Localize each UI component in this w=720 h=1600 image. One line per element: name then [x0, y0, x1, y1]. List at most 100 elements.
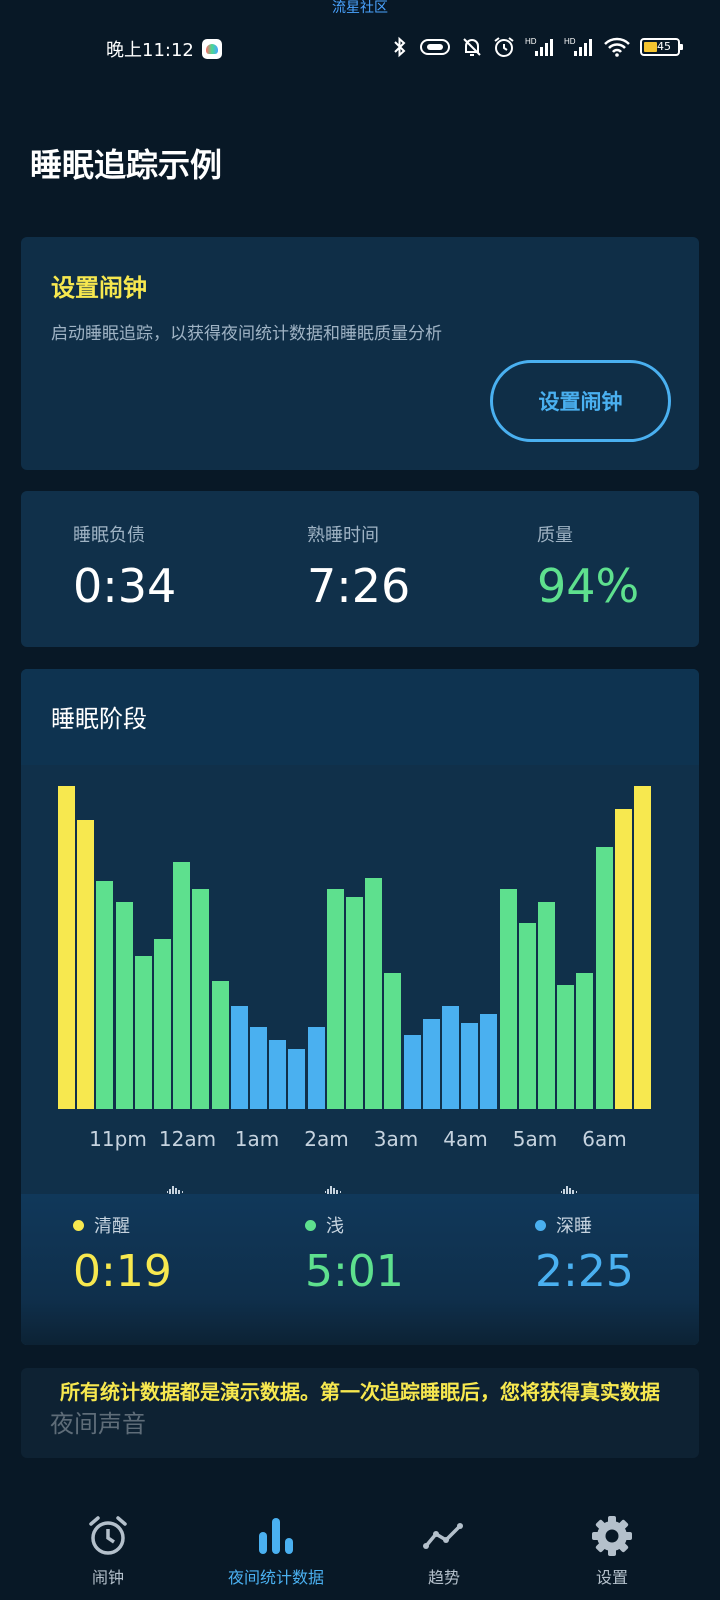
- signal-icon: HD: [564, 37, 592, 56]
- chart-bar: [192, 889, 210, 1109]
- watermark-text: 流星社区: [332, 0, 388, 16]
- nav-label: 趋势: [427, 1568, 460, 1587]
- alarm-card: 设置闹钟 启动睡眠追踪，以获得夜间统计数据和睡眠质量分析 设置闹钟: [21, 237, 699, 470]
- chart-bars: [21, 765, 699, 1230]
- mute-icon: [463, 38, 481, 56]
- alarm-clock-icon: [84, 1512, 132, 1560]
- bar-chart-icon: [252, 1512, 300, 1560]
- legend-awake: 清醒 0:19: [73, 1212, 172, 1297]
- stat-value: 0:34: [73, 559, 177, 613]
- alarm-card-description: 启动睡眠追踪，以获得夜间统计数据和睡眠质量分析: [51, 324, 442, 344]
- chart-bar: [346, 897, 363, 1109]
- chart-bar: [518, 923, 536, 1109]
- legend-label: 清醒: [94, 1216, 130, 1237]
- page-title: 睡眠追踪示例: [30, 146, 223, 184]
- nav-label: 设置: [595, 1568, 628, 1587]
- battery-level: 45: [657, 40, 671, 53]
- nav-label: 夜间统计数据: [227, 1568, 324, 1587]
- chart-bar: [134, 955, 152, 1109]
- chart-bar: [384, 973, 402, 1109]
- awake-dot: [73, 1219, 84, 1231]
- sleep-stats-card: 睡眠负债 0:34 熟睡时间 7:26 质量 94%: [21, 491, 699, 647]
- chart-bar: [538, 902, 555, 1109]
- vibrate-icon: [420, 39, 450, 55]
- chart-bar: [442, 1005, 459, 1109]
- chart-bar: [595, 847, 613, 1109]
- chart-bar: [634, 786, 651, 1109]
- nav-trend[interactable]: 趋势: [354, 1500, 534, 1600]
- x-tick-label: 4am: [443, 1127, 488, 1151]
- status-bar: 晚上11:12 HD HD 45: [0, 32, 720, 66]
- stat-deep-sleep-time: 熟睡时间 7:26: [307, 521, 410, 613]
- alarm-icon: [494, 37, 514, 57]
- trend-icon: [420, 1512, 468, 1560]
- chart-bar: [269, 1039, 287, 1109]
- chart-bar: [422, 1018, 440, 1109]
- chart-bar: [250, 1026, 267, 1109]
- nav-label: 闹钟: [91, 1568, 124, 1587]
- stat-quality: 质量 94%: [537, 521, 639, 613]
- svg-text:HD: HD: [525, 37, 537, 46]
- chart-bar: [77, 819, 95, 1109]
- chart-bar: [576, 973, 594, 1109]
- battery-icon: 45: [640, 38, 683, 56]
- night-sound-title: 夜间声音: [50, 1410, 146, 1438]
- x-tick-label: 11pm: [89, 1127, 147, 1151]
- bluetooth-icon: [394, 36, 406, 58]
- chart-bar: [115, 902, 133, 1109]
- sleep-phase-legend: 清醒 0:19 浅 5:01 深睡 2:25: [21, 1194, 699, 1345]
- x-tick-label: 2am: [304, 1127, 349, 1151]
- set-alarm-button[interactable]: 设置闹钟: [490, 360, 671, 442]
- alarm-card-title: 设置闹钟: [51, 274, 147, 302]
- legend-value: 0:19: [73, 1246, 172, 1297]
- stat-value: 7:26: [307, 559, 411, 613]
- gear-icon: [588, 1512, 636, 1560]
- nav-alarm[interactable]: 闹钟: [18, 1500, 198, 1600]
- stat-label: 睡眠负债: [73, 525, 145, 546]
- stat-value: 94%: [537, 559, 640, 613]
- chart-bar: [173, 861, 191, 1109]
- legend-value: 2:25: [535, 1246, 634, 1297]
- stat-sleep-debt: 睡眠负债 0:34: [73, 521, 176, 613]
- status-time-group: 晚上11:12: [106, 36, 222, 62]
- chart-bar: [403, 1034, 421, 1109]
- stat-label: 质量: [537, 525, 573, 546]
- chart-bar: [288, 1049, 306, 1109]
- chart-bar: [307, 1026, 325, 1109]
- chart-bar: [211, 981, 229, 1109]
- legend-label: 深睡: [556, 1216, 592, 1237]
- x-tick-label: 5am: [512, 1127, 558, 1151]
- x-tick-label: 6am: [582, 1127, 627, 1151]
- chart-bar: [480, 1013, 498, 1109]
- bottom-nav: 闹钟 夜间统计数据 趋势 设置: [0, 1500, 720, 1600]
- svg-text:HD: HD: [564, 37, 576, 46]
- chart-bar: [154, 939, 171, 1109]
- status-icons: HD HD 45: [391, 36, 683, 58]
- x-tick-label: 3am: [373, 1127, 419, 1151]
- chart-bar: [614, 808, 632, 1109]
- wifi-icon: [604, 37, 630, 57]
- light-dot: [305, 1219, 316, 1231]
- chart-bar: [499, 889, 517, 1109]
- signal-icon: HD: [525, 37, 553, 56]
- status-time: 晚上11:12: [106, 40, 194, 61]
- app-notification-icon: [201, 39, 222, 59]
- nav-settings[interactable]: 设置: [522, 1500, 702, 1600]
- nav-night-stats[interactable]: 夜间统计数据: [186, 1500, 366, 1600]
- demo-data-toast: 所有统计数据都是演示数据。第一次追踪睡眠后，您将获得真实数据: [60, 1380, 660, 1404]
- x-tick-label: 1am: [234, 1127, 280, 1151]
- sleep-phase-title: 睡眠阶段: [51, 705, 147, 733]
- sleep-phase-header: 睡眠阶段: [21, 669, 699, 765]
- legend-light: 浅 5:01: [305, 1212, 404, 1297]
- chart-bar: [230, 1005, 248, 1109]
- legend-deep: 深睡 2:25: [535, 1212, 634, 1297]
- legend-value: 5:01: [305, 1246, 404, 1297]
- chart-bar: [461, 1023, 479, 1109]
- legend-label: 浅: [326, 1216, 344, 1237]
- chart-bar: [96, 881, 114, 1109]
- chart-bar: [326, 889, 344, 1109]
- x-tick-label: 12am: [158, 1127, 217, 1151]
- deep-dot: [535, 1219, 546, 1231]
- chart-bar: [58, 786, 75, 1109]
- chart-bar: [557, 984, 575, 1109]
